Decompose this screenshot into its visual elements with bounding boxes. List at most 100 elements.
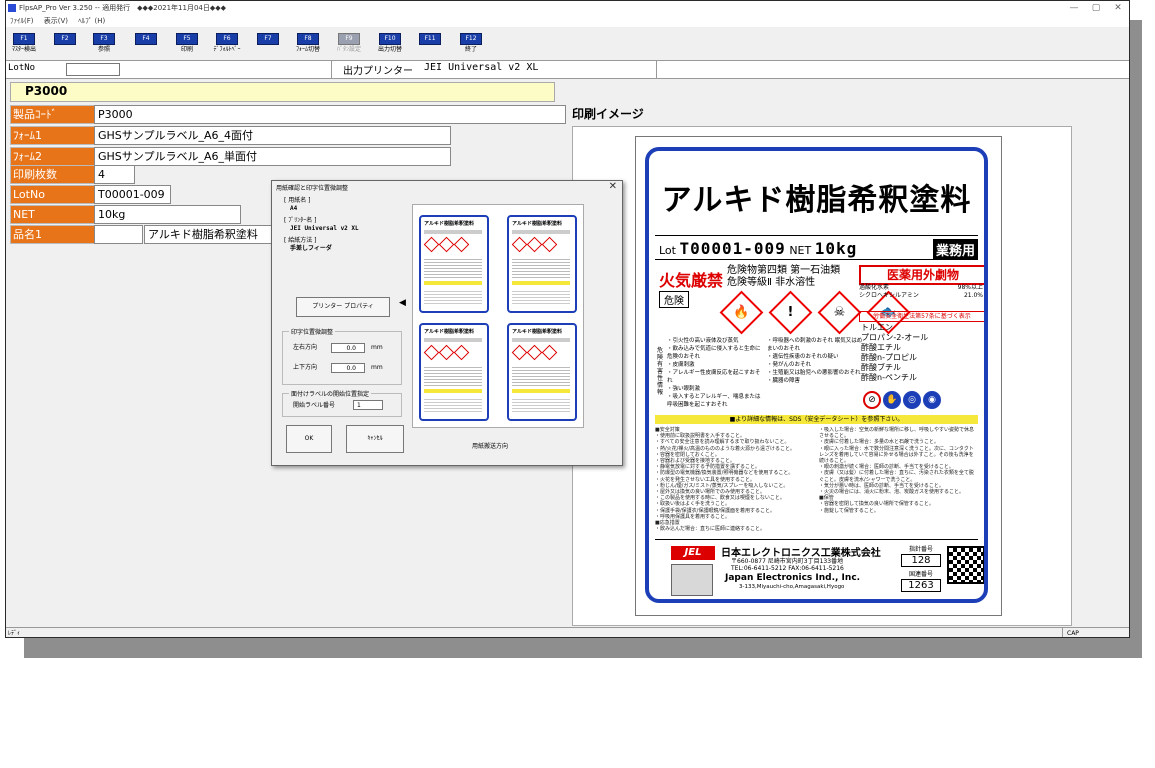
printer-value: JEI Universal v2 XL xyxy=(290,225,359,232)
f1-button[interactable]: F1 ﾏｽﾀｰ検出 xyxy=(10,33,38,55)
f1-label: ﾏｽﾀｰ検出 xyxy=(11,46,36,53)
cancel-button[interactable]: ｷｬﾝｾﾙ xyxy=(346,425,404,453)
precaution-item: ・熱/火花/裸火/高温のもののような着火源から遠ざけること。 xyxy=(655,445,796,452)
net-prefix: NET xyxy=(789,244,812,257)
app-icon xyxy=(8,4,16,12)
law-title: 労働安全衛生法第57条に基づく表示 xyxy=(859,311,984,322)
printer-label: 出力プリンター xyxy=(343,66,413,77)
group-title: 面付けラベルの開始位置指定 xyxy=(289,389,372,398)
net-input[interactable]: 10kg xyxy=(94,205,241,224)
f5-key: F5 xyxy=(176,33,198,45)
label-frame: アルキド樹脂希釈塗料 Lot T00001-009 NET 10kg 業務用 火… xyxy=(645,147,988,603)
label-footer: JEL 日本エレクトロニクス工業株式会社 〒660-0877 尼崎市宮内町3丁目… xyxy=(655,539,984,598)
mini-title: アルキド樹脂希釈塗料 xyxy=(512,329,562,335)
f8-label: ﾌｫｰﾑ切替 xyxy=(295,46,320,53)
precaution-item: ・皮膚（又は髪）に付着した場合：直ちに、汚染された衣類を全て脱ぐこと。皮膚を流水… xyxy=(819,470,974,483)
ud-label: 上下方向 xyxy=(293,364,318,371)
lot-input[interactable] xyxy=(66,63,120,76)
menu-view[interactable]: 表示(V) xyxy=(44,17,68,25)
name1-input[interactable] xyxy=(94,225,143,244)
form1-input[interactable]: GHSサンプルラベル_A6_4面付 xyxy=(94,126,451,145)
printer-properties-button[interactable]: プリンター プロパティ xyxy=(296,297,390,317)
lr-spinner[interactable]: 0.0 xyxy=(331,343,365,353)
product-code-input[interactable]: P3000 xyxy=(94,105,566,124)
menu-help[interactable]: ﾍﾙﾌﾟ (H) xyxy=(78,17,105,25)
f9-key: F9 xyxy=(338,33,360,45)
signal-word: 危険 xyxy=(659,291,689,308)
f12-button[interactable]: F12 終了 xyxy=(457,33,485,55)
guide-label: 指針番号 xyxy=(908,546,933,553)
start-position-group: 面付けラベルの開始位置指定 開始ラベル番号 1 xyxy=(282,389,402,417)
close-button[interactable]: ✕ xyxy=(1107,1,1129,15)
function-key-toolbar: F1 ﾏｽﾀｰ検出 F2 F3 参照 F4 F5 印刷 F6 ﾃﾞﾌｫﾙﾄﾍﾟｰ F7 … xyxy=(6,27,1129,59)
precaution-item: ・飲み込んだ場合：直ちに医師に連絡すること。 xyxy=(655,526,766,533)
paper-value: A4 xyxy=(290,205,298,212)
minimize-button[interactable]: — xyxy=(1063,1,1085,15)
start-input[interactable]: 1 xyxy=(353,400,383,410)
hazard-item: ・飲み込みで気道に侵入すると生命に危険のおそれ xyxy=(667,346,761,360)
component-pct: 98%以上 xyxy=(957,284,983,291)
precaution-item: ・すべての安全注意を読み理解するまで取り扱わないこと。 xyxy=(655,439,790,446)
f4-key: F4 xyxy=(135,33,157,45)
component-row: シクロヘキシルアミン 21.0% xyxy=(859,292,983,300)
f5-button[interactable]: F5 印刷 xyxy=(173,33,201,55)
f6-button[interactable]: F6 ﾃﾞﾌｫﾙﾄﾍﾟｰ xyxy=(213,33,241,55)
hazard-item: ・皮膚刺激 xyxy=(667,362,695,368)
component-name: シクロヘキシルアミン xyxy=(859,292,919,299)
label-lot: T00001-009 xyxy=(679,239,786,258)
f10-key: F10 xyxy=(379,33,401,45)
f7-key: F7 xyxy=(257,33,279,45)
poison-components: 過酸化水素 98%以上 シクロヘキシルアミン 21.0% xyxy=(859,284,983,300)
component-name: 過酸化水素 xyxy=(859,284,890,291)
precaution-item: ・防爆型の電気機器/換気装置/照明機器などを使用すること。 xyxy=(655,470,794,477)
layout-preview: アルキド樹脂希釈塗料 アルキド樹脂希釈塗料 アルキド樹脂希釈塗料 アルキド樹脂希… xyxy=(412,204,584,428)
chemical-item: 酢酸n-ペンチル xyxy=(861,373,917,382)
divider xyxy=(656,61,657,78)
label-rule xyxy=(655,259,978,260)
precaution-col-right: ・吸入した場合：空気の新鮮な場所に移し、呼吸しやすい姿勢で休息させること。 ・皮… xyxy=(819,427,977,514)
caps-indicator: CAP xyxy=(1062,628,1097,637)
lotno-input[interactable]: T00001-009 xyxy=(94,185,171,204)
dialog-title: 用紙確認と印字位置微調整 xyxy=(276,185,349,192)
f8-key: F8 xyxy=(297,33,319,45)
field-label: ﾌｫｰﾑ2 xyxy=(10,147,96,166)
hazard-category: 危険物第四類 第一石油類 危険等級Ⅱ 非水溶性 xyxy=(727,265,840,289)
chemical-item: 酢酸n-プロピル xyxy=(861,353,917,362)
no-fire-icon: ⊘ xyxy=(863,391,881,409)
f10-button[interactable]: F10 出力切替 xyxy=(376,33,404,55)
qr-code-icon xyxy=(947,546,984,584)
company-address: 〒660-0877 尼崎市宮内町3丁目133番地 TEL:06-6411-521… xyxy=(731,558,844,572)
status-text: ﾚﾃﾞｨ xyxy=(8,630,21,637)
hazard-item: ・発がんのおそれ xyxy=(767,362,812,368)
ok-button[interactable]: OK xyxy=(286,425,332,453)
menu-bar: ﾌｧｲﾙ(F) 表示(V) ﾍﾙﾌﾟ (H) xyxy=(6,15,1129,27)
f2-button[interactable]: F2 xyxy=(51,33,79,55)
f7-button[interactable]: F7 xyxy=(254,33,282,55)
f11-button[interactable]: F11 xyxy=(416,33,444,55)
f3-button[interactable]: F3 参照 xyxy=(90,33,118,55)
exclamation-icon: ! xyxy=(768,290,813,335)
company-address-en: 3-133,Miyauchi-cho,Amagasaki,Hyogo xyxy=(739,584,845,590)
f6-key: F6 xyxy=(216,33,238,45)
menu-file[interactable]: ﾌｧｲﾙ(F) xyxy=(10,17,34,25)
category-line: 危険物第四類 第一石油類 xyxy=(727,265,841,276)
mini-label-4: アルキド樹脂希釈塗料 xyxy=(507,323,577,421)
f11-key: F11 xyxy=(419,33,441,45)
form2-input[interactable]: GHSサンプルラベル_A6_単面付 xyxy=(94,147,451,166)
flame-glyph: 🔥 xyxy=(733,305,750,320)
dialog-close-button[interactable]: ✕ xyxy=(609,181,617,192)
field-label: NET xyxy=(10,205,96,224)
category-line: 危険等級Ⅱ 非水溶性 xyxy=(727,277,816,288)
mini-title: アルキド樹脂希釈塗料 xyxy=(424,329,474,335)
f9-label: ﾊﾞﾀﾝ設定 xyxy=(336,46,361,53)
lot-prefix: Lot xyxy=(659,244,676,257)
maker-logo: JEL xyxy=(671,546,715,560)
divider xyxy=(331,61,332,78)
f8-button[interactable]: F8 ﾌｫｰﾑ切替 xyxy=(294,33,322,55)
maximize-button[interactable]: ▢ xyxy=(1085,1,1107,15)
f4-button[interactable]: F4 xyxy=(132,33,160,55)
ud-spinner[interactable]: 0.0 xyxy=(331,363,365,373)
precaution-item: ・吸入した場合：空気の新鮮な場所に移し、呼吸しやすい姿勢で休息させること。 xyxy=(819,427,974,440)
hazard-item: ・強い眼刺激 xyxy=(667,386,701,392)
print-count-input[interactable]: 4 xyxy=(94,165,135,184)
